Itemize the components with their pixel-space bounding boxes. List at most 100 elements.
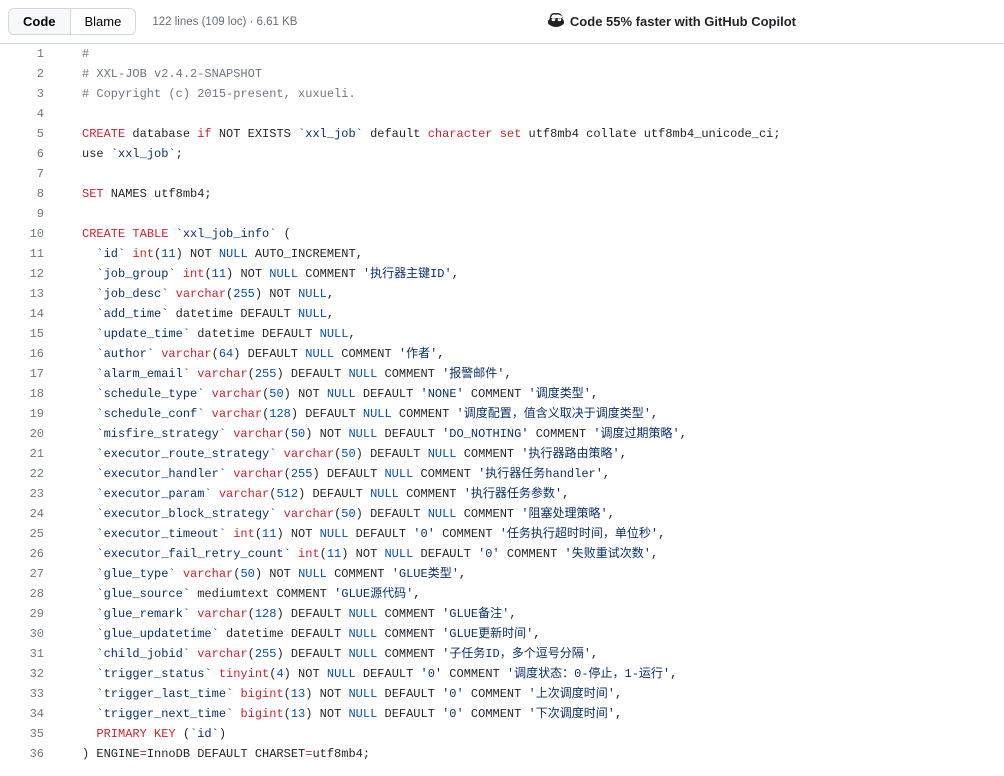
line-number[interactable]: 28 — [0, 584, 60, 604]
code-line: 26 `executor_fail_retry_count` int(11) N… — [0, 544, 1004, 564]
line-content[interactable]: `trigger_status` tinyint(4) NOT NULL DEF… — [60, 664, 677, 684]
line-number[interactable]: 32 — [0, 664, 60, 684]
code-line: 27 `glue_type` varchar(50) NOT NULL COMM… — [0, 564, 1004, 584]
line-content[interactable]: `author` varchar(64) DEFAULT NULL COMMEN… — [60, 344, 445, 364]
code-line: 33 `trigger_last_time` bigint(13) NOT NU… — [0, 684, 1004, 704]
line-number[interactable]: 8 — [0, 184, 60, 204]
code-line: 31 `child_jobid` varchar(255) DEFAULT NU… — [0, 644, 1004, 664]
line-number[interactable]: 17 — [0, 364, 60, 384]
line-content[interactable]: `glue_remark` varchar(128) DEFAULT NULL … — [60, 604, 517, 624]
line-number[interactable]: 27 — [0, 564, 60, 584]
line-number[interactable]: 19 — [0, 404, 60, 424]
line-content[interactable]: `glue_updatetime` datetime DEFAULT NULL … — [60, 624, 541, 644]
code-line: 9 — [0, 204, 1004, 224]
line-number[interactable]: 3 — [0, 84, 60, 104]
line-number[interactable]: 4 — [0, 104, 60, 124]
line-number[interactable]: 6 — [0, 144, 60, 164]
code-line: 32 `trigger_status` tinyint(4) NOT NULL … — [0, 664, 1004, 684]
line-content[interactable]: `job_desc` varchar(255) NOT NULL, — [60, 284, 334, 304]
copilot-promo-label: Code 55% faster with GitHub Copilot — [570, 14, 796, 29]
line-content[interactable]: `executor_route_strategy` varchar(50) DE… — [60, 444, 627, 464]
line-content[interactable]: `executor_handler` varchar(255) DEFAULT … — [60, 464, 610, 484]
line-number[interactable]: 23 — [0, 484, 60, 504]
code-line: 28 `glue_source` mediumtext COMMENT 'GLU… — [0, 584, 1004, 604]
line-number[interactable]: 11 — [0, 244, 60, 264]
line-content[interactable]: `add_time` datetime DEFAULT NULL, — [60, 304, 334, 324]
line-content[interactable] — [60, 204, 89, 224]
line-content[interactable]: `trigger_last_time` bigint(13) NOT NULL … — [60, 684, 622, 704]
code-line: 36) ENGINE=InnoDB DEFAULT CHARSET=utf8mb… — [0, 744, 1004, 764]
view-toggle-group: Code Blame — [8, 8, 136, 35]
line-content[interactable]: `glue_source` mediumtext COMMENT 'GLUE源代… — [60, 584, 420, 604]
line-number[interactable]: 7 — [0, 164, 60, 184]
line-number[interactable]: 9 — [0, 204, 60, 224]
code-line: 2# XXL-JOB v2.4.2-SNAPSHOT — [0, 64, 1004, 84]
code-line: 15 `update_time` datetime DEFAULT NULL, — [0, 324, 1004, 344]
line-number[interactable]: 18 — [0, 384, 60, 404]
line-content[interactable]: # Copyright (c) 2015-present, xuxueli. — [60, 84, 356, 104]
file-meta: 122 lines (109 loc) · 6.61 KB — [152, 16, 297, 28]
line-content[interactable]: CREATE database if NOT EXISTS `xxl_job` … — [60, 124, 781, 144]
line-number[interactable]: 14 — [0, 304, 60, 324]
line-number[interactable]: 5 — [0, 124, 60, 144]
line-number[interactable]: 1 — [0, 44, 60, 64]
code-line: 12 `job_group` int(11) NOT NULL COMMENT … — [0, 264, 1004, 284]
code-line: 19 `schedule_conf` varchar(128) DEFAULT … — [0, 404, 1004, 424]
line-number[interactable]: 2 — [0, 64, 60, 84]
line-content[interactable]: `executor_param` varchar(512) DEFAULT NU… — [60, 484, 569, 504]
line-number[interactable]: 12 — [0, 264, 60, 284]
line-content[interactable] — [60, 164, 89, 184]
code-line: 14 `add_time` datetime DEFAULT NULL, — [0, 304, 1004, 324]
line-content[interactable]: `executor_fail_retry_count` int(11) NOT … — [60, 544, 658, 564]
line-content[interactable] — [60, 104, 89, 124]
line-content[interactable]: `executor_timeout` int(11) NOT NULL DEFA… — [60, 524, 665, 544]
line-content[interactable]: `glue_type` varchar(50) NOT NULL COMMENT… — [60, 564, 466, 584]
line-content[interactable]: `child_jobid` varchar(255) DEFAULT NULL … — [60, 644, 598, 664]
line-number[interactable]: 24 — [0, 504, 60, 524]
line-number[interactable]: 13 — [0, 284, 60, 304]
blame-tab-button[interactable]: Blame — [70, 9, 136, 34]
line-number[interactable]: 22 — [0, 464, 60, 484]
line-content[interactable]: `schedule_type` varchar(50) NOT NULL DEF… — [60, 384, 598, 404]
code-line: 34 `trigger_next_time` bigint(13) NOT NU… — [0, 704, 1004, 724]
line-number[interactable]: 10 — [0, 224, 60, 244]
line-content[interactable]: `misfire_strategy` varchar(50) NOT NULL … — [60, 424, 687, 444]
copilot-promo[interactable]: Code 55% faster with GitHub Copilot — [548, 12, 796, 31]
line-content[interactable]: `schedule_conf` varchar(128) DEFAULT NUL… — [60, 404, 658, 424]
code-line: 23 `executor_param` varchar(512) DEFAULT… — [0, 484, 1004, 504]
line-number[interactable]: 26 — [0, 544, 60, 564]
code-line: 10CREATE TABLE `xxl_job_info` ( — [0, 224, 1004, 244]
line-content[interactable]: # — [60, 44, 89, 64]
line-content[interactable]: CREATE TABLE `xxl_job_info` ( — [60, 224, 291, 244]
line-content[interactable]: `trigger_next_time` bigint(13) NOT NULL … — [60, 704, 622, 724]
line-content[interactable]: `update_time` datetime DEFAULT NULL, — [60, 324, 356, 344]
line-content[interactable]: `alarm_email` varchar(255) DEFAULT NULL … — [60, 364, 512, 384]
line-number[interactable]: 15 — [0, 324, 60, 344]
line-content[interactable]: use `xxl_job`; — [60, 144, 183, 164]
line-content[interactable]: SET NAMES utf8mb4; — [60, 184, 212, 204]
code-line: 24 `executor_block_strategy` varchar(50)… — [0, 504, 1004, 524]
line-number[interactable]: 34 — [0, 704, 60, 724]
code-line: 25 `executor_timeout` int(11) NOT NULL D… — [0, 524, 1004, 544]
line-content[interactable]: `executor_block_strategy` varchar(50) DE… — [60, 504, 615, 524]
line-number[interactable]: 20 — [0, 424, 60, 444]
line-content[interactable]: PRIMARY KEY (`id`) — [60, 724, 226, 744]
line-number[interactable]: 35 — [0, 724, 60, 744]
line-number[interactable]: 30 — [0, 624, 60, 644]
line-number[interactable]: 16 — [0, 344, 60, 364]
line-content[interactable]: # XXL-JOB v2.4.2-SNAPSHOT — [60, 64, 262, 84]
line-number[interactable]: 21 — [0, 444, 60, 464]
code-tab-button[interactable]: Code — [9, 9, 70, 34]
line-content[interactable]: ) ENGINE=InnoDB DEFAULT CHARSET=utf8mb4; — [60, 744, 370, 764]
code-line: 13 `job_desc` varchar(255) NOT NULL, — [0, 284, 1004, 304]
line-number[interactable]: 29 — [0, 604, 60, 624]
code-line: 7 — [0, 164, 1004, 184]
line-number[interactable]: 33 — [0, 684, 60, 704]
code-line: 1# — [0, 44, 1004, 64]
code-line: 30 `glue_updatetime` datetime DEFAULT NU… — [0, 624, 1004, 644]
line-number[interactable]: 25 — [0, 524, 60, 544]
line-number[interactable]: 31 — [0, 644, 60, 664]
line-content[interactable]: `id` int(11) NOT NULL AUTO_INCREMENT, — [60, 244, 363, 264]
line-content[interactable]: `job_group` int(11) NOT NULL COMMENT '执行… — [60, 264, 459, 284]
line-number[interactable]: 36 — [0, 744, 60, 764]
